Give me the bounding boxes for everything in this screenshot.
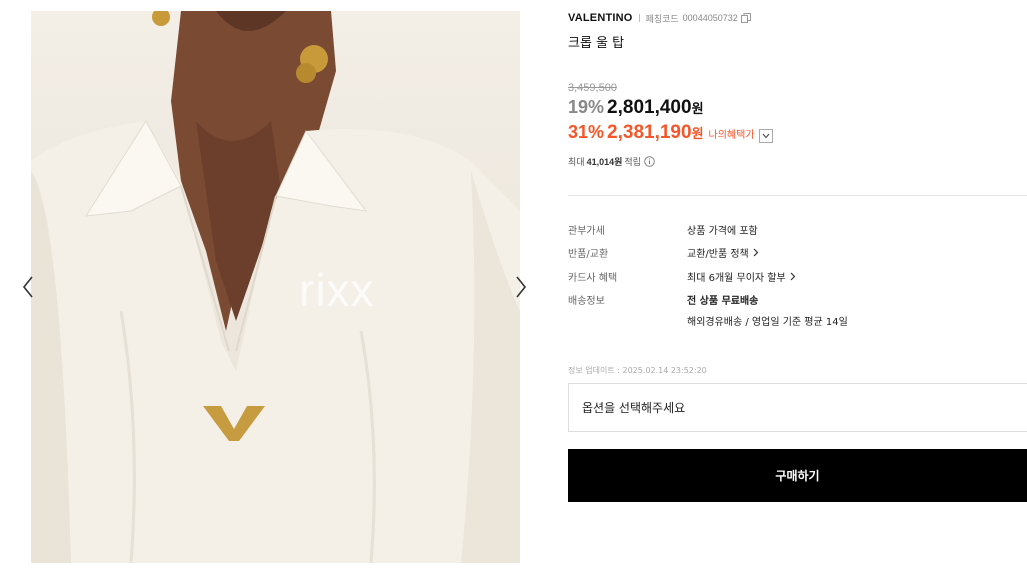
points-suffix: 적립 bbox=[624, 158, 641, 168]
benefit-price-unit: 원 bbox=[691, 127, 704, 142]
original-price: 3,459,500 bbox=[568, 82, 617, 94]
spec-label: 배송정보 bbox=[568, 296, 605, 307]
brand-row: VALENTINO 페칭코드 00044050732 bbox=[568, 11, 751, 25]
card-benefit-link[interactable]: 최대 6개월 무이자 할부 bbox=[687, 269, 796, 284]
product-photo bbox=[31, 11, 520, 563]
update-timestamp: 정보 업데이트 : 2025.02.14 23:52:20 bbox=[568, 366, 707, 375]
brand-name[interactable]: VALENTINO bbox=[568, 12, 633, 24]
points-prefix: 최대 bbox=[568, 158, 585, 168]
points-row: 최대 41,014원 적립 bbox=[568, 155, 655, 168]
option-select-placeholder: 옵션을 선택해주세요 bbox=[582, 401, 686, 415]
chevron-down-icon bbox=[762, 133, 769, 139]
spec-value-text: 교환/반품 정책 bbox=[687, 249, 749, 260]
spec-label: 반품/교환 bbox=[568, 249, 609, 260]
product-image-gallery[interactable]: rixx bbox=[31, 11, 520, 563]
benefit-price-label: 나의혜택가 bbox=[708, 130, 755, 141]
spec-value-text: 최대 6개월 무이자 할부 bbox=[687, 273, 786, 284]
gallery-prev-button[interactable] bbox=[18, 272, 38, 302]
sale-price-unit: 원 bbox=[691, 102, 704, 117]
gallery-next-button[interactable] bbox=[511, 272, 531, 302]
product-title: 크롭 울 탑 bbox=[568, 36, 625, 51]
product-code-value: 00044050732 bbox=[682, 13, 738, 23]
watermark-text: rixx bbox=[299, 264, 375, 316]
info-icon[interactable] bbox=[644, 156, 655, 167]
copy-icon[interactable] bbox=[740, 13, 751, 23]
product-page: rixx VALENTINO 페칭코드 00044050732 크롭 울 탑 3… bbox=[0, 0, 1027, 568]
chevron-right-icon bbox=[790, 272, 796, 281]
points-value: 41,014원 bbox=[586, 157, 623, 167]
sale-discount-percent: 19% bbox=[568, 97, 605, 117]
product-code-label: 페칭코드 bbox=[645, 14, 679, 25]
chevron-left-icon bbox=[22, 276, 33, 298]
sale-price: 2,801,400 bbox=[607, 97, 692, 118]
benefit-price-row: 31% 2,381,190 원 나의혜택가 bbox=[568, 122, 773, 144]
spec-value: 전 상품 무료배송 bbox=[687, 296, 759, 307]
benefit-price: 2,381,190 bbox=[607, 122, 692, 143]
chevron-right-icon bbox=[753, 248, 759, 257]
sale-price-row: 19% 2,801,400 원 bbox=[568, 97, 704, 119]
section-divider bbox=[568, 195, 1027, 196]
return-policy-link[interactable]: 교환/반품 정책 bbox=[687, 245, 759, 260]
benefit-discount-percent: 31% bbox=[568, 122, 605, 142]
buy-button[interactable]: 구매하기 bbox=[568, 449, 1027, 502]
chevron-right-icon bbox=[516, 276, 527, 298]
spec-label: 카드사 혜택 bbox=[568, 273, 618, 284]
spec-value: 상품 가격에 포함 bbox=[687, 226, 758, 237]
option-select[interactable]: 옵션을 선택해주세요 bbox=[568, 383, 1027, 432]
benefit-expand-button[interactable] bbox=[758, 129, 773, 143]
brand-divider bbox=[638, 14, 640, 22]
spec-value-detail: 해외경유배송 / 영업일 기준 평균 14일 bbox=[687, 317, 848, 328]
spec-label: 관부가세 bbox=[568, 226, 605, 237]
